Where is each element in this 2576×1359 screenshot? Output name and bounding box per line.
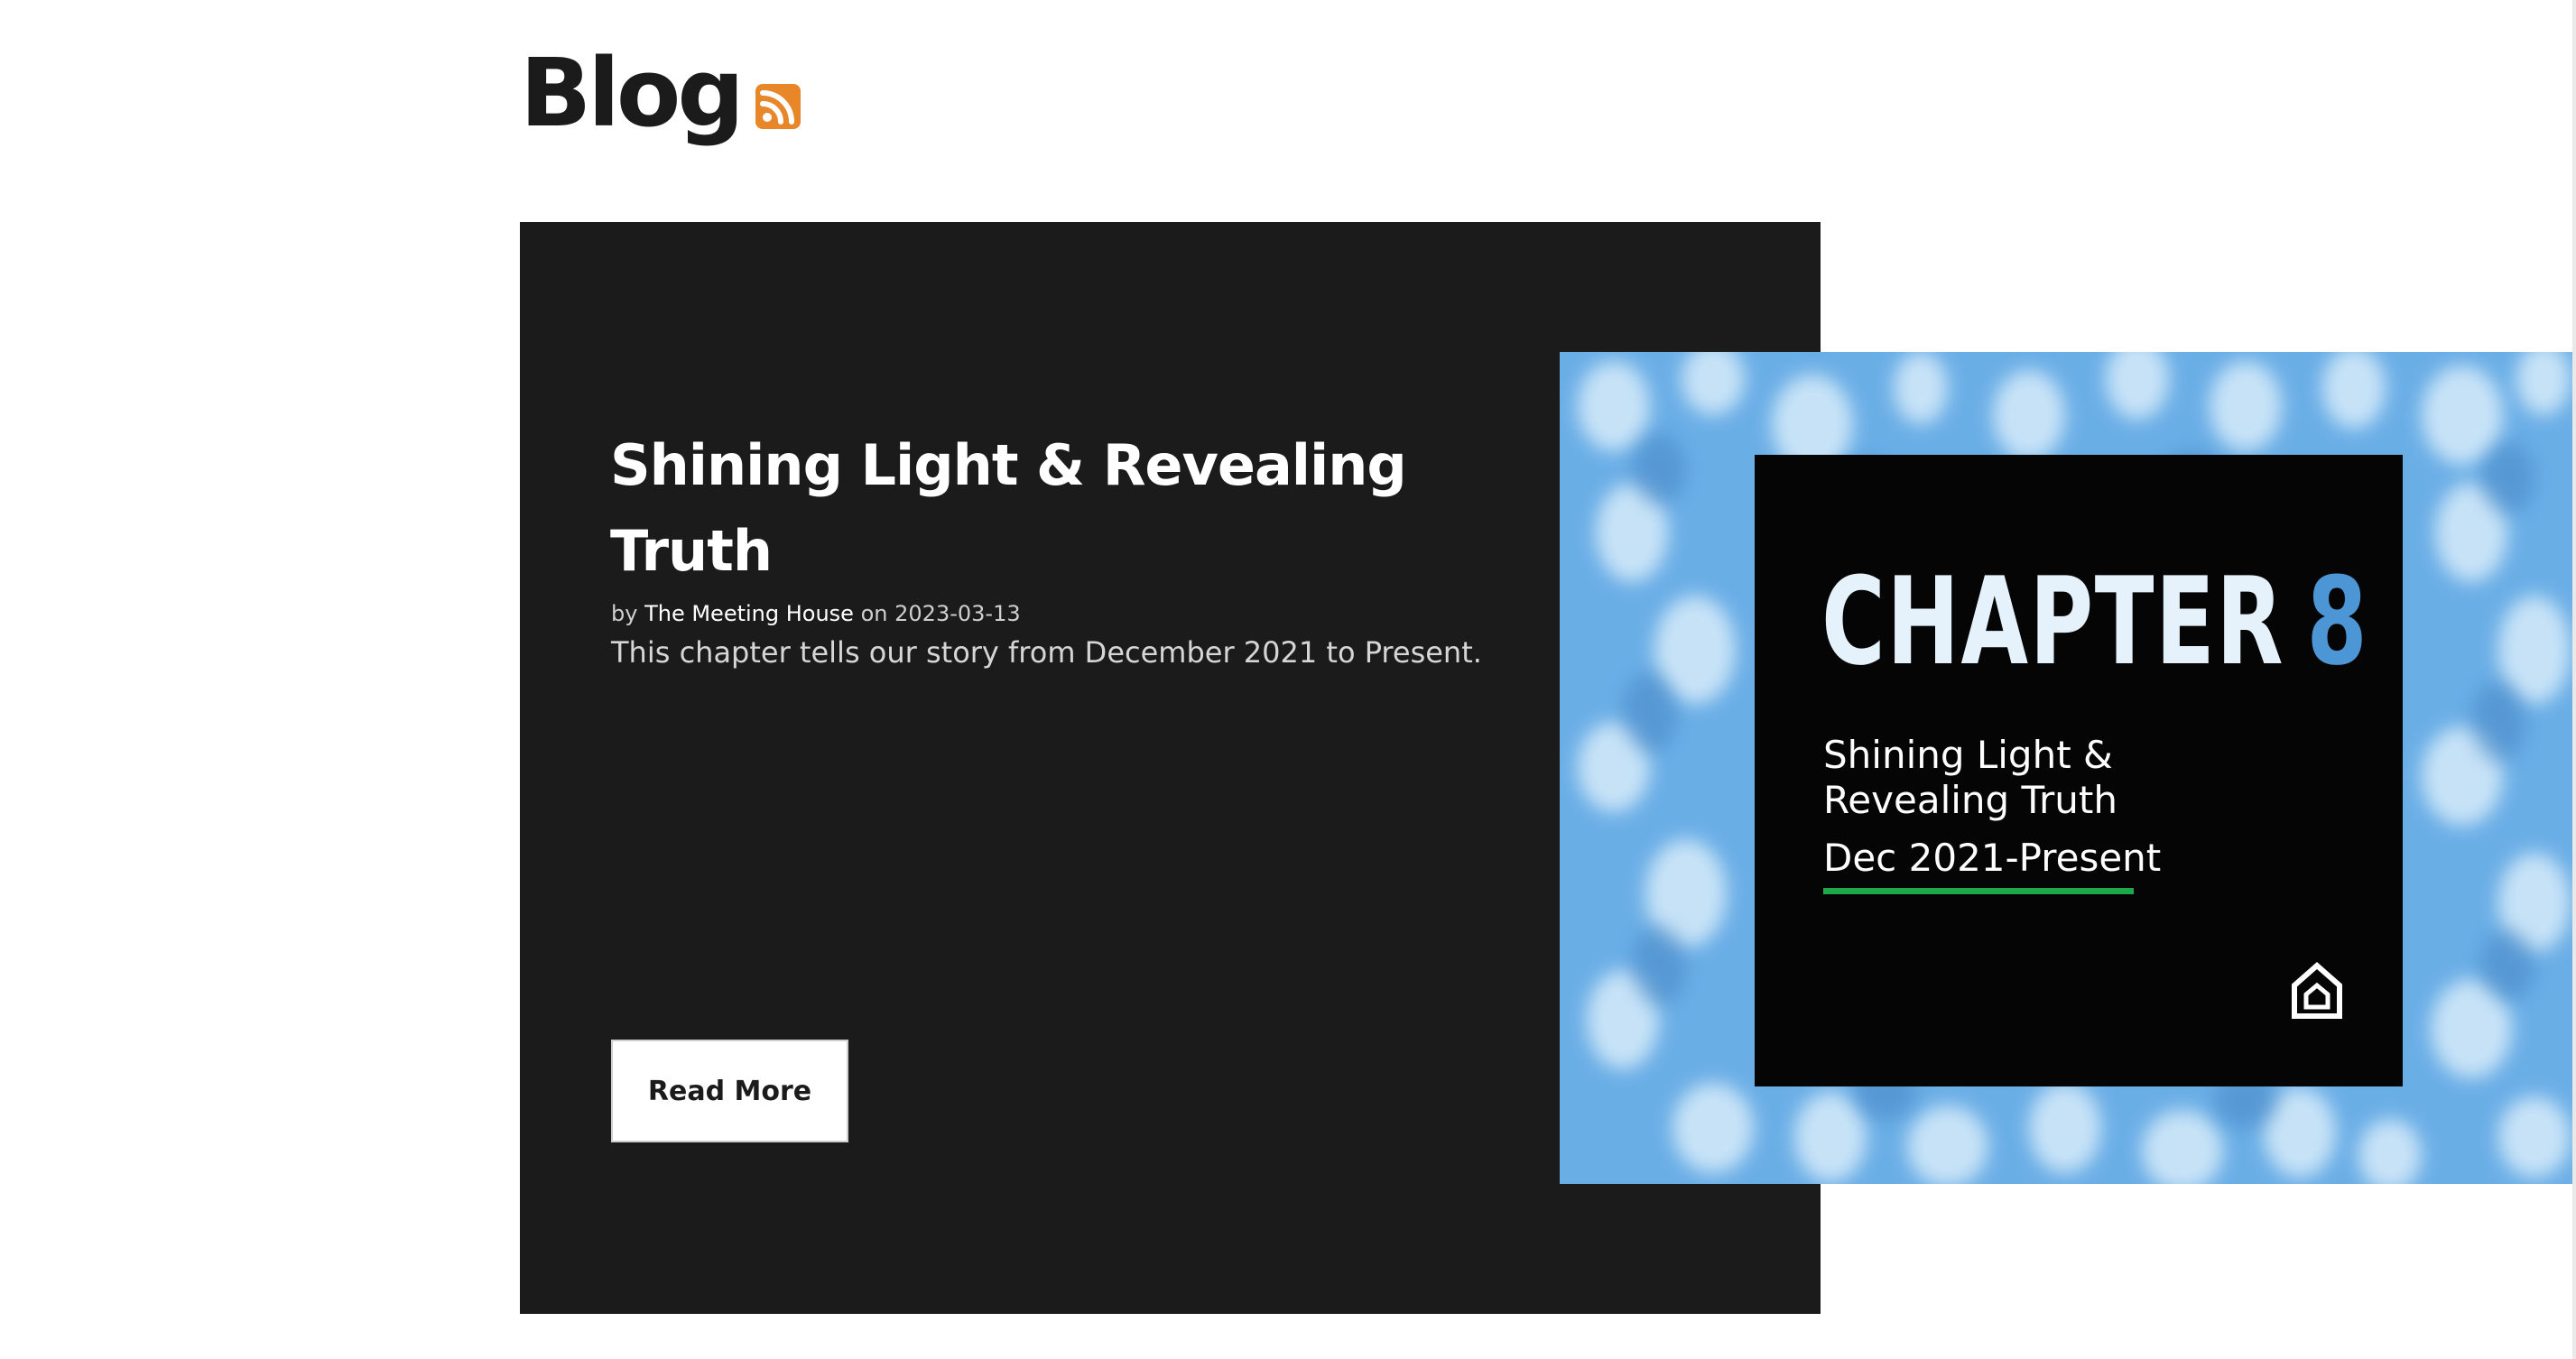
post-meta: by The Meeting House on 2023-03-13 xyxy=(611,601,1021,626)
chapter-word: CHAPTER xyxy=(1821,551,2285,692)
chapter-number: 8 xyxy=(2306,551,2369,692)
read-more-button[interactable]: Read More xyxy=(611,1040,848,1142)
rss-feed-icon[interactable] xyxy=(755,84,801,129)
page-edge-scrollbar xyxy=(2572,0,2576,1359)
chapter-dates: Dec 2021-Present xyxy=(1823,836,2162,880)
post-title-link[interactable]: Shining Light & Revealing Truth xyxy=(610,422,1422,594)
post-excerpt: This chapter tells our story from Decemb… xyxy=(611,635,1482,670)
page-title: Blog xyxy=(520,38,745,148)
post-feature-image[interactable]: CHAPTER 8 Shining Light & Revealing Truth… xyxy=(1560,352,2574,1184)
blog-page: Blog Shining Light & Revealing Truth by … xyxy=(0,0,2576,1359)
blog-header: Blog xyxy=(520,43,801,143)
chapter-subtitle-line-1: Shining Light & xyxy=(1823,733,2113,777)
chapter-heading: CHAPTER 8 xyxy=(1821,561,2368,682)
house-logo-icon xyxy=(2291,962,2343,1020)
chapter-subtitle-line-2: Revealing Truth xyxy=(1823,778,2117,822)
meta-by-label: by xyxy=(611,601,638,626)
post-date: 2023-03-13 xyxy=(894,601,1021,626)
chapter-subtitle: Shining Light & Revealing Truth xyxy=(1823,733,2329,823)
chapter-underline xyxy=(1823,888,2134,894)
author-link[interactable]: The Meeting House xyxy=(644,601,854,626)
chapter-cover: CHAPTER 8 Shining Light & Revealing Truth… xyxy=(1755,455,2403,1086)
meta-on-label: on xyxy=(860,601,888,626)
